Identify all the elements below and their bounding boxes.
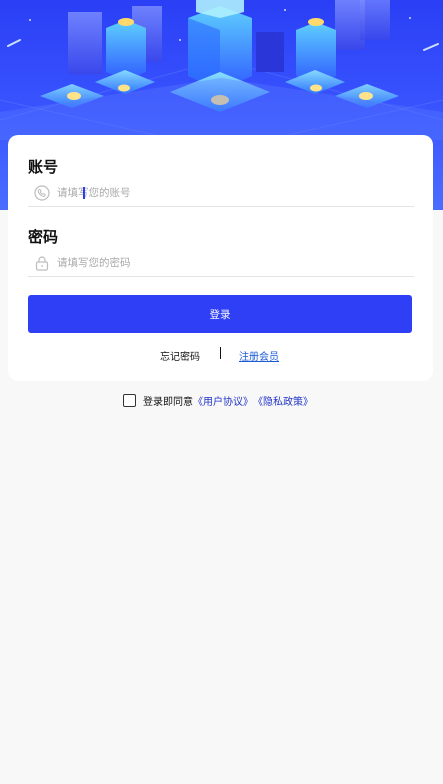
agreement-prefix: 登录即同意: [143, 396, 193, 408]
password-field-row[interactable]: [28, 249, 414, 277]
login-page: 账号 密码 登录 忘记密码: [0, 0, 443, 784]
auth-links: 忘记密码 注册会员: [8, 346, 433, 363]
account-label: 账号: [28, 158, 59, 176]
forgot-password-link[interactable]: 忘记密码: [160, 348, 200, 363]
user-agreement-link[interactable]: 《用户协议》: [193, 393, 253, 408]
login-card: 账号 密码 登录 忘记密码: [8, 135, 433, 381]
text-caret: [83, 187, 85, 199]
account-field-row[interactable]: [28, 179, 414, 207]
account-input[interactable]: [57, 182, 357, 203]
agreement-row: 登录即同意 《用户协议》 《隐私政策》: [123, 392, 313, 408]
phone-icon: [34, 184, 50, 201]
register-link[interactable]: 注册会员: [239, 348, 279, 363]
login-button[interactable]: 登录: [28, 295, 412, 333]
links-divider: [220, 347, 221, 359]
lock-icon: [34, 255, 50, 271]
password-label: 密码: [28, 228, 59, 246]
password-input[interactable]: [57, 252, 357, 273]
agreement-checkbox[interactable]: [123, 393, 136, 407]
privacy-policy-link[interactable]: 《隐私政策》: [253, 393, 313, 408]
